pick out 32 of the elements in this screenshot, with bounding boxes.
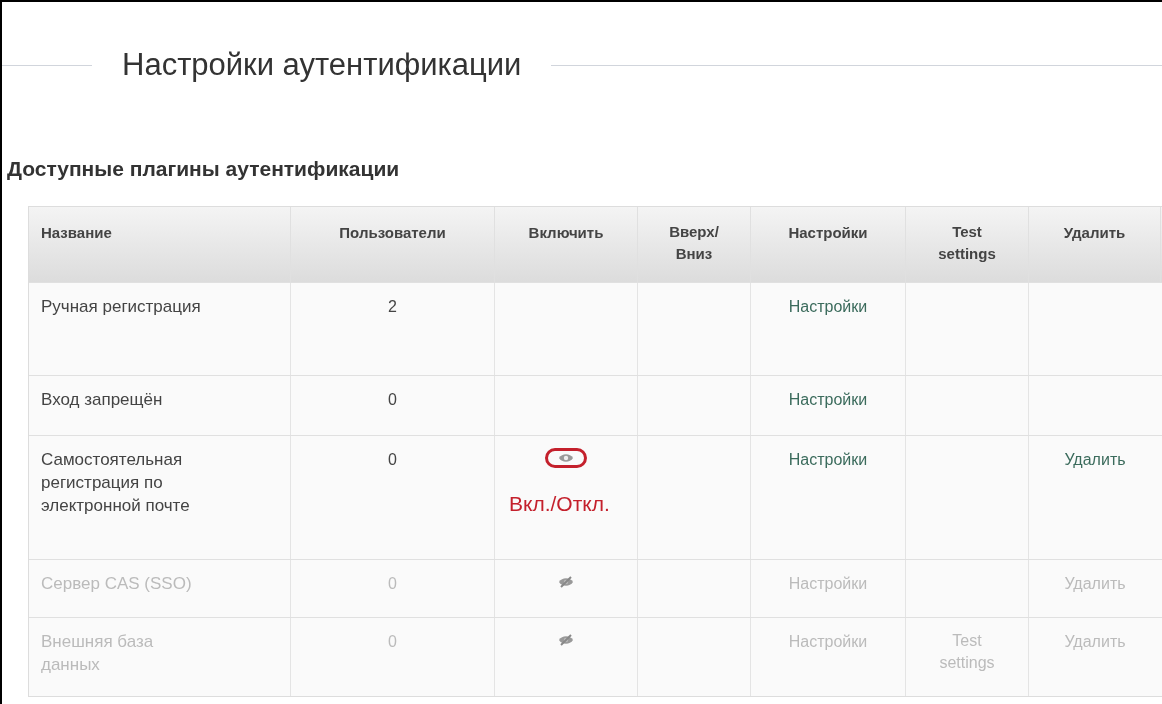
user-count: 2 [388,298,397,315]
settings-link[interactable]: Настройки [788,298,868,315]
column-header: Удалить [1063,223,1126,243]
section-title: Доступные плагины аутентификации [7,155,401,182]
eye-slash-icon[interactable] [558,634,574,646]
user-count: 0 [388,451,397,468]
delete-link[interactable]: Удалить [1064,633,1126,650]
settings-link[interactable]: Настройки [788,575,868,592]
delete-link[interactable]: Удалить [1064,451,1126,468]
user-count: 0 [388,391,397,408]
page-title: Настройки аутентификации [121,46,523,84]
plugin-name: Вход запрещён [41,389,163,411]
eye-slash-icon[interactable] [558,576,574,588]
settings-link[interactable]: Настройки [788,451,868,468]
column-header: Настройки [788,223,868,243]
eye-icon[interactable] [558,452,574,464]
column-header: Test settings [937,222,997,264]
plugin-name: Ручная регистрация [41,296,201,318]
column-header: Пользователи [339,223,446,243]
annotation-label: Вкл./Откл. [509,491,610,517]
column-header: Вверх/ Вниз [668,222,720,264]
user-count: 0 [388,633,397,650]
column-header: Включить [528,223,604,243]
test-settings-link[interactable]: Test settings [927,630,1007,674]
column-header: Название [41,223,112,243]
settings-link[interactable]: Настройки [788,391,868,408]
user-count: 0 [388,575,397,592]
delete-link[interactable]: Удалить [1064,575,1126,592]
plugin-name: Сервер CAS (SSO) [41,573,192,595]
settings-link[interactable]: Настройки [788,633,868,650]
plugin-name: Самостоятельная регистрация по электронной почте [41,449,191,517]
plugin-name: Внешняя база данных [41,631,155,676]
